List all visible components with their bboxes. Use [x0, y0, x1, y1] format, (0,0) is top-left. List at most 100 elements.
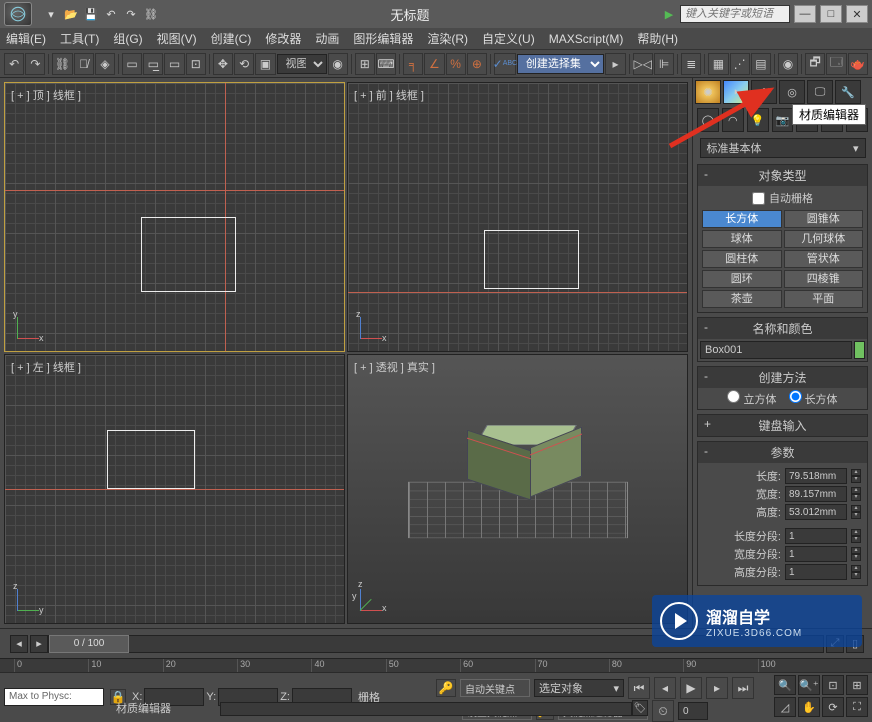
close-button[interactable]: ✕	[846, 5, 868, 23]
object-color-swatch[interactable]	[854, 341, 865, 359]
keyboard-shortcut-icon[interactable]: ⌨	[376, 53, 396, 75]
hseg-input[interactable]	[785, 564, 847, 580]
autokey-button[interactable]: 自动关键点	[460, 679, 530, 697]
select-link-icon[interactable]: ⛓	[52, 53, 72, 75]
shapes-icon[interactable]: ◠	[722, 108, 744, 132]
play-anim-icon[interactable]: ▶	[680, 677, 702, 699]
length-input[interactable]	[785, 468, 847, 484]
pivot-icon[interactable]: ◉	[328, 53, 348, 75]
menu-help[interactable]: 帮助(H)	[637, 30, 678, 47]
menu-modifiers[interactable]: 修改器	[265, 30, 301, 47]
menu-edit[interactable]: 编辑(E)	[6, 30, 46, 47]
goto-end-icon[interactable]: ⏭	[732, 677, 754, 699]
link-icon[interactable]: ⛓	[142, 5, 160, 23]
spinner[interactable]: ▴▾	[851, 547, 861, 561]
goto-start-icon[interactable]: ⏮	[628, 677, 650, 699]
select-by-name-icon[interactable]: ▭̲	[143, 53, 163, 75]
hierarchy-tab-icon[interactable]: ♟	[751, 80, 777, 104]
type-cylinder[interactable]: 圆柱体	[702, 250, 782, 268]
prev-frame-icon[interactable]: ◂	[654, 677, 676, 699]
utilities-tab-icon[interactable]: 🔧	[835, 80, 861, 104]
angle-snap-icon[interactable]: ∠	[424, 53, 444, 75]
mirror-icon[interactable]: ▷◁	[633, 53, 653, 75]
material-editor-icon[interactable]: ◉	[778, 53, 798, 75]
next-frame-icon[interactable]: ▸	[706, 677, 728, 699]
type-sphere[interactable]: 球体	[702, 230, 782, 248]
spinner[interactable]: ▴▾	[851, 565, 861, 579]
set-arrow-icon[interactable]: ▸	[605, 53, 625, 75]
layer-icon[interactable]: ≣	[681, 53, 701, 75]
type-cone[interactable]: 圆锥体	[784, 210, 864, 228]
undo-button[interactable]: ↶	[4, 53, 24, 75]
ref-coord-dropdown[interactable]: 视图	[277, 54, 327, 74]
menu-animation[interactable]: 动画	[315, 30, 339, 47]
spinner[interactable]: ▴▾	[851, 529, 861, 543]
unlink-icon[interactable]: ⛓̸	[74, 53, 94, 75]
wseg-input[interactable]	[785, 546, 847, 562]
radio-cube[interactable]: 立方体	[727, 390, 776, 407]
menu-customize[interactable]: 自定义(U)	[482, 30, 535, 47]
menu-views[interactable]: 视图(V)	[157, 30, 197, 47]
minimize-button[interactable]: —	[794, 5, 816, 23]
cameras-icon[interactable]: 📷	[772, 108, 794, 132]
menu-rendering[interactable]: 渲染(R)	[427, 30, 468, 47]
maxscript-listener[interactable]: Max to Physc:	[4, 688, 104, 706]
motion-tab-icon[interactable]: ◎	[779, 80, 805, 104]
current-frame-input[interactable]: 0	[678, 702, 708, 720]
spinner[interactable]: ▴▾	[851, 469, 861, 483]
zoom-all-icon[interactable]: 🔍⁺	[798, 675, 820, 695]
display-tab-icon[interactable]: 🖵	[807, 80, 833, 104]
menu-maxscript[interactable]: MAXScript(M)	[549, 32, 624, 46]
undo-icon[interactable]: ↶	[102, 5, 120, 23]
time-tag-icon[interactable]: 🏷	[632, 700, 648, 716]
field-of-view-icon[interactable]: ◿	[774, 697, 796, 717]
save-file-icon[interactable]: 💾	[82, 5, 100, 23]
type-box[interactable]: 长方体	[702, 210, 782, 228]
render-setup-icon[interactable]: 🗗	[805, 53, 825, 75]
rollout-object-type[interactable]: -对象类型	[698, 165, 867, 186]
object-name-input[interactable]	[700, 341, 852, 359]
scale-icon[interactable]: ▣	[255, 53, 275, 75]
select-object-icon[interactable]: ▭	[122, 53, 142, 75]
type-plane[interactable]: 平面	[784, 290, 864, 308]
spinner[interactable]: ▴▾	[851, 505, 861, 519]
menu-create[interactable]: 创建(C)	[211, 30, 252, 47]
new-file-icon[interactable]: ▾	[42, 5, 60, 23]
maximize-button[interactable]: □	[820, 5, 842, 23]
menu-grapheditors[interactable]: 图形编辑器	[353, 30, 413, 47]
search-input[interactable]	[680, 5, 790, 23]
rollout-keyboard[interactable]: +键盘输入	[698, 415, 867, 436]
render-icon[interactable]: 🫖	[848, 53, 868, 75]
zoom-extents-all-icon[interactable]: ⊞	[846, 675, 868, 695]
bind-space-warp-icon[interactable]: ◈	[95, 53, 115, 75]
move-icon[interactable]: ✥	[213, 53, 233, 75]
type-teapot[interactable]: 茶壶	[702, 290, 782, 308]
rollout-create-method[interactable]: -创建方法	[698, 367, 867, 388]
viewport-top[interactable]: [ + ] 顶 ] 线框 ] x y	[4, 82, 345, 352]
geometry-icon[interactable]: ◯	[697, 108, 719, 132]
window-crossing-icon[interactable]: ⊡	[186, 53, 206, 75]
percent-snap-icon[interactable]: %	[446, 53, 466, 75]
snap-toggle-icon[interactable]: ╕	[403, 53, 423, 75]
graphite-icon[interactable]: ▦	[708, 53, 728, 75]
create-tab-icon[interactable]: ✺	[695, 80, 721, 104]
select-region-icon[interactable]: ▭	[164, 53, 184, 75]
redo-icon[interactable]: ↷	[122, 5, 140, 23]
type-geosphere[interactable]: 几何球体	[784, 230, 864, 248]
redo-button[interactable]: ↷	[25, 53, 45, 75]
curve-editor-icon[interactable]: ⋰	[730, 53, 750, 75]
select-manipulate-icon[interactable]: ⊞	[355, 53, 375, 75]
spinner-snap-icon[interactable]: ⊕	[467, 53, 487, 75]
autogrid-checkbox[interactable]	[752, 192, 765, 205]
menu-group[interactable]: 组(G)	[113, 30, 142, 47]
type-pyramid[interactable]: 四棱锥	[784, 270, 864, 288]
lseg-input[interactable]	[785, 528, 847, 544]
min-max-toggle-icon[interactable]: ⛶	[846, 697, 868, 717]
type-torus[interactable]: 圆环	[702, 270, 782, 288]
menu-tools[interactable]: 工具(T)	[60, 30, 99, 47]
time-handle[interactable]: 0 / 100	[49, 635, 129, 653]
rollout-params[interactable]: -参数	[698, 442, 867, 463]
spinner[interactable]: ▴▾	[851, 487, 861, 501]
schematic-icon[interactable]: ▤	[751, 53, 771, 75]
render-frame-icon[interactable]: 🗔	[826, 53, 846, 75]
